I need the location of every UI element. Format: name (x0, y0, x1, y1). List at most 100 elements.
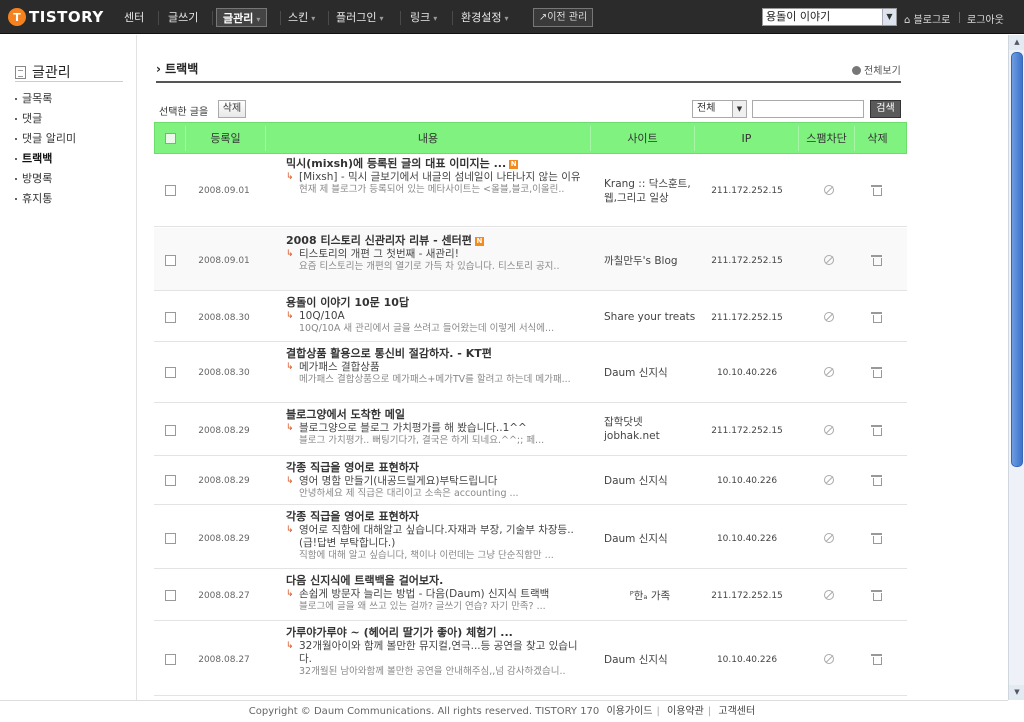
logout-link[interactable]: 로그아웃 (967, 11, 1004, 26)
spam-block-icon[interactable] (824, 185, 834, 195)
row-date: 2008.08.29 (198, 534, 250, 544)
row-trackback-title[interactable]: ↳ 32개월아이와 함께 볼만한 뮤지컬,연극...등 공연을 찾고 있습니다. (286, 640, 586, 666)
scroll-down-arrow-icon[interactable]: ▼ (1009, 685, 1024, 700)
sidebar-item-guestbook[interactable]: 방명록 (15, 170, 52, 186)
row-checkbox[interactable] (165, 590, 176, 601)
spam-block-icon[interactable] (824, 654, 834, 664)
row-title[interactable]: 블로그양에서 도착한 메일 (286, 408, 586, 422)
nav-plugin[interactable]: 플러그인 ▾ (330, 8, 390, 27)
row-trackback-title[interactable]: ↳ 손쉽게 방문자 늘리는 방법 - 다음(Daum) 신지식 트랙백 (286, 588, 586, 601)
row-trackback-text: 손쉽게 방문자 늘리는 방법 - 다음(Daum) 신지식 트랙백 (299, 588, 550, 600)
row-title[interactable]: 각종 직급을 영어로 표현하자 (286, 461, 586, 475)
sidebar-item-label: 댓글 알리미 (22, 132, 77, 145)
row-trackback-title[interactable]: ↳ 10Q/10A (286, 310, 586, 323)
row-date: 2008.08.27 (198, 655, 250, 665)
trash-icon[interactable] (871, 255, 882, 266)
tistory-logo[interactable]: T TISTORY (8, 7, 104, 27)
row-title[interactable]: 각종 직급을 영어로 표현하자 (286, 510, 586, 524)
to-blog-link[interactable]: ⌂ 블로그로 (904, 11, 950, 26)
trash-icon[interactable] (871, 367, 882, 378)
sidebar-item-trash[interactable]: 휴지통 (15, 190, 52, 206)
trash-icon[interactable] (871, 185, 882, 196)
sidebar-item-comments[interactable]: 댓글 (15, 110, 42, 126)
row-checkbox[interactable] (165, 312, 176, 323)
search-button[interactable]: 검색 (870, 100, 901, 118)
blog-select[interactable]: 용돌이 이야기 ▼ (762, 8, 897, 26)
trash-icon[interactable] (871, 312, 882, 323)
nav-settings[interactable]: 환경설정 ▾ (455, 8, 515, 27)
row-trackback-title[interactable]: ↳ 영어로 직함에 대해알고 싶습니다.자재과 부장, 기술부 차장등..(급!답… (286, 524, 586, 550)
table-row: 2008.09.01 믹시(mixsh)에 등록된 글의 대표 이미지는 ...… (154, 154, 907, 227)
nav-skin[interactable]: 스킨 ▾ (282, 8, 321, 27)
row-title[interactable]: 가루야가루야 ~ (헤어리 딸기가 좋아) 체험기 ... (286, 626, 586, 640)
prev-manage-button[interactable]: ↗이전 관리 (533, 8, 593, 27)
row-checkbox[interactable] (165, 185, 176, 196)
row-site[interactable]: Krang :: 닥스훈트,웹,그리고 일상 (604, 177, 696, 205)
select-all-checkbox[interactable] (165, 133, 176, 144)
divider (15, 81, 123, 82)
row-site[interactable]: ᴾ한ₐ 가족 (604, 589, 696, 603)
row-site[interactable]: 잡학닷넷 jobhak.net (604, 415, 696, 443)
row-trackback-title[interactable]: ↳ 영어 명함 만들기(내공드릴게요)부탁드립니다 (286, 475, 586, 488)
spam-block-icon[interactable] (824, 312, 834, 322)
chevron-down-icon[interactable]: ▼ (882, 9, 896, 25)
sidebar-item-post-list[interactable]: 글목록 (15, 90, 52, 106)
row-title-text: 결합상품 활용으로 통신비 절감하자. - KT편 (286, 347, 492, 360)
spam-block-icon[interactable] (824, 367, 834, 377)
footer-link-terms[interactable]: 이용약관 (667, 706, 704, 717)
row-checkbox[interactable] (165, 533, 176, 544)
row-content: 다음 신지식에 트랙백을 걸어보자. ↳ 손쉽게 방문자 늘리는 방법 - 다음(… (286, 574, 586, 613)
trash-icon[interactable] (871, 533, 882, 544)
nav-center[interactable]: 센터 (118, 8, 150, 27)
row-trackback-title[interactable]: ↳ 블로그양으로 블로그 가치평가를 해 봤습니다..1^^ (286, 422, 586, 435)
row-site[interactable]: Daum 신지식 (604, 532, 696, 546)
chevron-down-icon[interactable]: ▼ (732, 101, 746, 117)
nav-write[interactable]: 글쓰기 (162, 8, 204, 27)
sidebar: 글관리 글목록 댓글 댓글 알리미 트랙백 방명록 휴지통 (0, 35, 137, 700)
row-trackback-title[interactable]: ↳ [Mixsh] - 믹시 글보기에서 내글의 섬네일이 나타나지 않는 이유 (286, 171, 586, 184)
spam-block-icon[interactable] (824, 533, 834, 543)
scrollbar-thumb[interactable] (1011, 52, 1023, 467)
row-title[interactable]: 다음 신지식에 트랙백을 걸어보자. (286, 574, 586, 588)
nav-post-manage[interactable]: 글관리 ▾ (216, 8, 268, 27)
trash-icon[interactable] (871, 425, 882, 436)
view-all-link[interactable]: 전체보기 (852, 62, 901, 77)
table-row: 2008.09.01 2008 티스토리 신관리자 리뷰 - 센터편 N ↳ 티스토… (154, 228, 907, 291)
trash-icon[interactable] (871, 654, 882, 665)
row-checkbox[interactable] (165, 367, 176, 378)
footer-link-support[interactable]: 고객센터 (718, 706, 755, 717)
search-input[interactable] (752, 100, 864, 118)
row-site[interactable]: Daum 신지식 (604, 366, 696, 380)
spam-block-icon[interactable] (824, 475, 834, 485)
row-site[interactable]: Share your treats (604, 310, 696, 324)
row-site[interactable]: Daum 신지식 (604, 653, 696, 667)
spam-block-icon[interactable] (824, 425, 834, 435)
row-excerpt: 10Q/10A 새 관리에서 글을 쓰려고 들어왔는데 이렇게 서식에... (299, 323, 555, 334)
sidebar-item-trackback[interactable]: 트랙백 (15, 150, 52, 166)
row-checkbox[interactable] (165, 475, 176, 486)
trash-icon[interactable] (871, 475, 882, 486)
row-title[interactable]: 용돌이 이야기 10문 10답 (286, 296, 586, 310)
row-checkbox[interactable] (165, 425, 176, 436)
footer-link-guide[interactable]: 이용가이드 (606, 706, 652, 717)
row-trackback-title[interactable]: ↳ 티스토리의 개편 그 첫번째 - 새관리! (286, 248, 586, 261)
sidebar-item-comment-alert[interactable]: 댓글 알리미 (15, 130, 76, 146)
row-trackback-title[interactable]: ↳ 메가패스 결합상품 (286, 361, 586, 374)
nav-divider (328, 11, 329, 25)
trash-icon[interactable] (871, 590, 882, 601)
row-site[interactable]: Daum 신지식 (604, 474, 696, 488)
row-site[interactable]: 까칠만두's Blog (604, 254, 696, 268)
nav-link[interactable]: 링크 ▾ (404, 8, 443, 27)
row-title[interactable]: 믹시(mixsh)에 등록된 글의 대표 이미지는 ... N (286, 157, 586, 171)
row-title[interactable]: 2008 티스토리 신관리자 리뷰 - 센터편 N (286, 234, 586, 248)
spam-block-icon[interactable] (824, 590, 834, 600)
vertical-scrollbar[interactable]: ▲ ▼ (1008, 35, 1024, 700)
delete-selected-button[interactable]: 삭제 (218, 100, 246, 118)
arrow-right-icon: ↳ (286, 249, 294, 259)
row-checkbox[interactable] (165, 255, 176, 266)
spam-block-icon[interactable] (824, 255, 834, 265)
row-checkbox[interactable] (165, 654, 176, 665)
scroll-up-arrow-icon[interactable]: ▲ (1009, 35, 1024, 50)
filter-select[interactable]: 전체 ▼ (692, 100, 747, 118)
row-title[interactable]: 결합상품 활용으로 통신비 절감하자. - KT편 (286, 347, 586, 361)
